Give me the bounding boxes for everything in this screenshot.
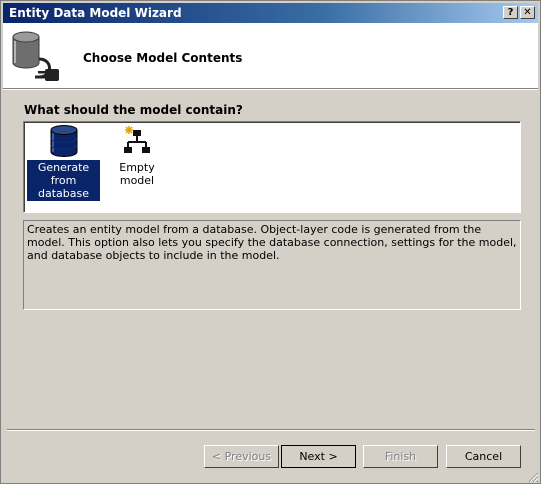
database-icon xyxy=(50,125,77,157)
model-contents-list[interactable]: Generate from database Empty model xyxy=(23,121,521,213)
cancel-button[interactable]: Cancel xyxy=(446,445,521,468)
window-title: Entity Data Model Wizard xyxy=(9,6,182,20)
finish-button[interactable]: Finish xyxy=(363,445,438,468)
wizard-window: Entity Data Model Wizard ? ✕ Choose Mode… xyxy=(0,0,541,484)
option-description: Creates an entity model from a database.… xyxy=(23,220,521,310)
option-label: Empty model xyxy=(119,161,155,187)
close-button[interactable]: ✕ xyxy=(520,6,535,19)
option-empty-model[interactable]: Empty model xyxy=(103,124,171,188)
database-plug-icon xyxy=(12,31,59,81)
empty-model-icon xyxy=(124,126,150,153)
option-label: Generate from database xyxy=(27,160,100,201)
model-contents-question: What should the model contain? xyxy=(24,103,243,117)
footer-divider xyxy=(7,429,535,431)
help-button[interactable]: ? xyxy=(503,6,518,19)
resize-grip-icon[interactable] xyxy=(528,472,539,483)
wizard-header: Choose Model Contents xyxy=(3,23,538,89)
next-button[interactable]: Next > xyxy=(281,445,356,468)
title-bar[interactable]: Entity Data Model Wizard ? ✕ xyxy=(3,3,538,23)
option-generate-from-database[interactable]: Generate from database xyxy=(27,124,100,201)
previous-button[interactable]: < Previous xyxy=(204,445,279,468)
header-divider xyxy=(3,89,538,90)
page-title: Choose Model Contents xyxy=(83,51,243,65)
